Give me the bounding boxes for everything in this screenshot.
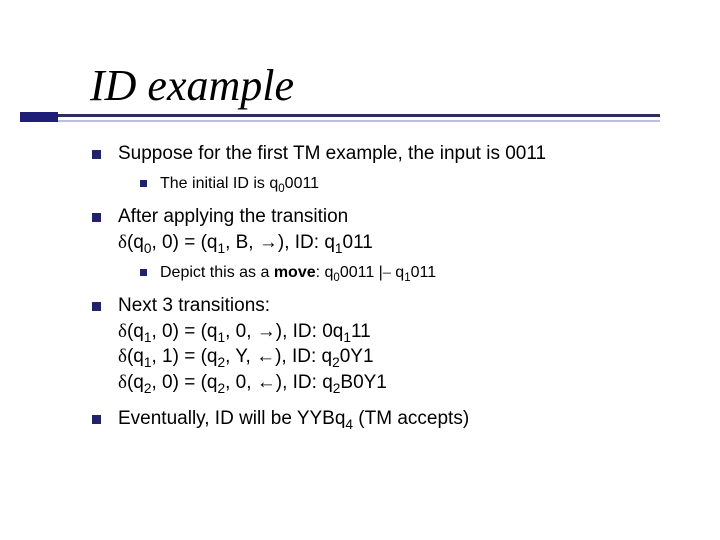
- slide-body: Suppose for the first TM example, the in…: [90, 141, 680, 431]
- right-arrow-icon: →: [259, 232, 278, 253]
- text: , 0) = (q: [151, 232, 217, 253]
- text: (q: [127, 372, 144, 393]
- bullet-item: After applying the transition δ(q0, 0) =…: [90, 204, 680, 283]
- text: 0011: [285, 175, 319, 192]
- title-block: ID example: [90, 60, 680, 111]
- text: q: [391, 264, 404, 281]
- text: , 0) = (q: [151, 372, 217, 393]
- subscript: 2: [332, 355, 340, 370]
- bullet-item: Next 3 transitions: δ(q1, 0) = (q1, 0, →…: [90, 293, 680, 396]
- text: After applying the transition: [118, 206, 348, 227]
- text: (q: [127, 321, 144, 342]
- sub-item: The initial ID is q00011: [138, 173, 680, 195]
- sub-list: The initial ID is q00011: [118, 173, 680, 195]
- text: 011: [343, 232, 373, 253]
- turnstile-icon: –: [383, 264, 391, 281]
- text: (q: [127, 346, 144, 367]
- text: Depict this as a: [160, 264, 274, 281]
- bullet-list: Suppose for the first TM example, the in…: [90, 141, 680, 431]
- text: Suppose for the first TM example, the in…: [118, 143, 546, 164]
- text: B0Y1: [340, 372, 386, 393]
- left-arrow-icon: ←: [257, 372, 276, 393]
- text: The initial ID is q: [160, 175, 278, 192]
- text: Eventually, ID will be YYBq: [118, 408, 345, 429]
- text: , 0,: [225, 321, 257, 342]
- delta-icon: δ: [118, 232, 127, 253]
- text: ), ID: q: [275, 346, 332, 367]
- subscript: 1: [343, 330, 351, 345]
- subscript: 1: [217, 330, 225, 345]
- slide: ID example Suppose for the first TM exam…: [0, 0, 720, 540]
- text: 011: [411, 264, 437, 281]
- text: ), ID: q: [278, 232, 335, 253]
- text: , 1) = (q: [151, 346, 217, 367]
- delta-icon: δ: [118, 346, 127, 367]
- bullet-item: Suppose for the first TM example, the in…: [90, 141, 680, 194]
- text: (q: [127, 232, 144, 253]
- subscript: 4: [345, 416, 353, 431]
- rule-accent: [20, 112, 58, 122]
- rule-light: [20, 120, 660, 122]
- subscript: 1: [335, 241, 343, 256]
- text-bold: move: [274, 264, 316, 281]
- delta-icon: δ: [118, 372, 127, 393]
- text: (TM accepts): [353, 408, 469, 429]
- text: ), ID: q: [276, 372, 333, 393]
- text: , B,: [225, 232, 259, 253]
- sub-list: Depict this as a move: q00011 |– q1011: [118, 262, 680, 284]
- right-arrow-icon: →: [257, 321, 276, 342]
- subscript: 2: [217, 381, 225, 396]
- rule-dark: [20, 114, 660, 117]
- left-arrow-icon: ←: [256, 346, 275, 367]
- text: 0011 |: [340, 264, 383, 281]
- sub-item: Depict this as a move: q00011 |– q1011: [138, 262, 680, 284]
- text: 0Y1: [340, 346, 374, 367]
- text: Next 3 transitions:: [118, 295, 270, 316]
- text: , 0) = (q: [151, 321, 217, 342]
- text: : q: [316, 264, 334, 281]
- subscript: 1: [217, 241, 225, 256]
- text: , Y,: [225, 346, 256, 367]
- bullet-item: Eventually, ID will be YYBq4 (TM accepts…: [90, 406, 680, 432]
- text: 11: [351, 321, 371, 342]
- subscript: 2: [217, 355, 225, 370]
- delta-icon: δ: [118, 321, 127, 342]
- slide-title: ID example: [90, 60, 680, 111]
- text: ), ID: 0q: [276, 321, 344, 342]
- text: , 0,: [225, 372, 257, 393]
